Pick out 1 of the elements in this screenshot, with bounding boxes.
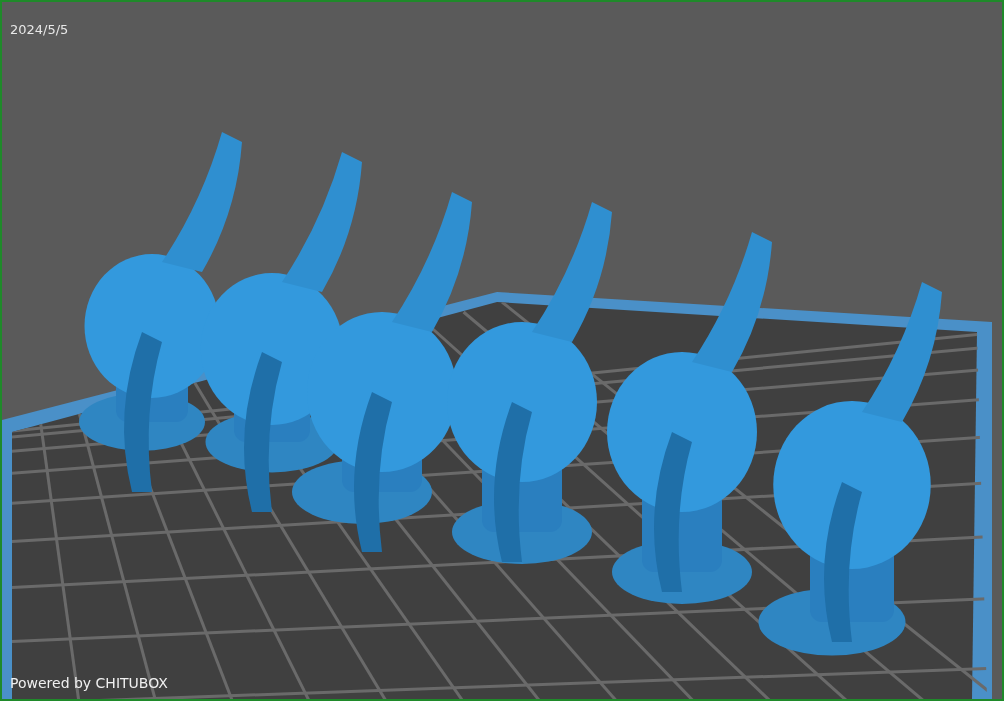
date-label: 2024/5/5 [10, 22, 69, 37]
